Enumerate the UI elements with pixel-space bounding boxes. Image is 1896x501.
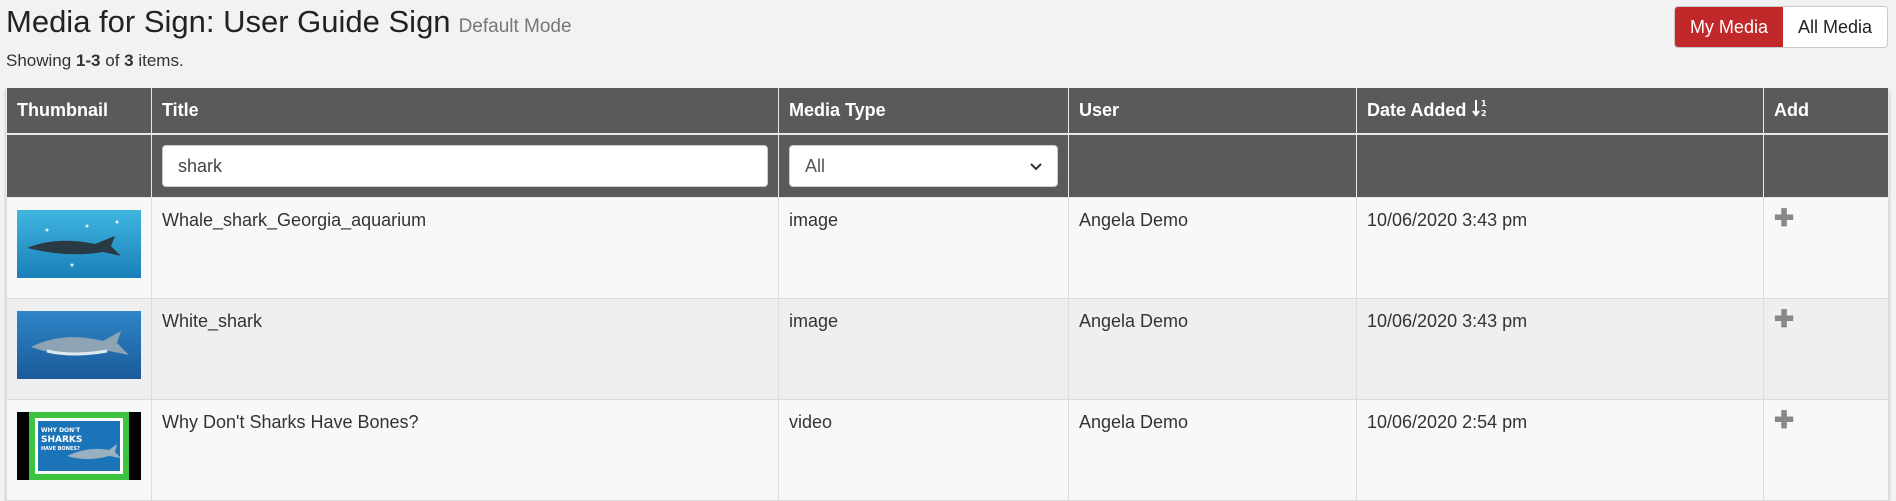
thumbnail-cell: WHY DON'T SHARKS HAVE BONES? [6, 399, 152, 501]
user-cell: Angela Demo [1068, 197, 1357, 299]
title-filter-input[interactable] [162, 145, 768, 187]
summary-range: 1-3 [75, 51, 101, 70]
table-row: WHY DON'T SHARKS HAVE BONES? Why Don't S… [6, 399, 1889, 501]
column-header-add: Add [1763, 88, 1889, 135]
whale-shark-thumbnail[interactable] [17, 210, 141, 278]
plus-icon[interactable]: ✚ [1774, 409, 1794, 433]
thumbnail-text-line: WHY DON'T [41, 427, 81, 434]
chevron-down-icon [1030, 158, 1042, 174]
items-summary: Showing 1-3 of 3 items. [6, 51, 184, 71]
thumbnail-text-line: SHARKS [41, 435, 82, 445]
user-cell: Angela Demo [1068, 298, 1357, 400]
page-title: Media for Sign: User Guide Sign Default M… [6, 4, 572, 40]
date-added-label: Date Added [1367, 100, 1467, 120]
white-shark-thumbnail[interactable] [17, 311, 141, 379]
my-media-button[interactable]: My Media [1674, 7, 1783, 47]
summary-of: of [100, 51, 125, 70]
add-cell: ✚ [1763, 298, 1889, 400]
title-cell: White_shark [151, 298, 779, 400]
page-title-text: Media for Sign: User Guide Sign [6, 4, 451, 39]
media-type-cell: image [778, 197, 1069, 299]
add-cell: ✚ [1763, 399, 1889, 501]
plus-icon[interactable]: ✚ [1774, 308, 1794, 332]
media-type-cell: image [778, 298, 1069, 400]
date-cell: 10/06/2020 3:43 pm [1356, 298, 1764, 400]
video-thumbnail[interactable]: WHY DON'T SHARKS HAVE BONES? [17, 412, 141, 480]
filter-cell-media-type: All [778, 133, 1069, 198]
mode-label: Default Mode [458, 16, 572, 37]
summary-total: 3 [124, 51, 134, 70]
column-header-user[interactable]: User [1068, 88, 1357, 135]
filter-cell-empty [6, 133, 152, 198]
media-type-select[interactable]: All [789, 145, 1058, 187]
svg-text:1: 1 [1481, 99, 1487, 108]
column-header-title[interactable]: Title [151, 88, 779, 135]
svg-text:2: 2 [1481, 109, 1487, 118]
thumbnail-cell [6, 197, 152, 299]
column-header-date-added[interactable]: Date Added 1 2 [1356, 88, 1764, 135]
column-header-thumbnail: Thumbnail [6, 88, 152, 135]
table-row: Whale_shark_Georgia_aquarium image Angel… [6, 197, 1889, 299]
media-type-selected: All [805, 155, 826, 176]
add-cell: ✚ [1763, 197, 1889, 299]
plus-icon[interactable]: ✚ [1774, 207, 1794, 231]
media-table: Thumbnail Title Media Type User Date Add… [6, 88, 1889, 501]
column-header-media-type[interactable]: Media Type [778, 88, 1069, 135]
summary-suffix: items. [133, 51, 184, 70]
all-media-button[interactable]: All Media [1782, 7, 1887, 47]
filter-row: All [6, 133, 1889, 198]
thumbnail-text-line: HAVE BONES? [41, 446, 80, 452]
thumbnail-cell [6, 298, 152, 400]
table-row: White_shark image Angela Demo 10/06/2020… [6, 298, 1889, 400]
sort-descending-icon[interactable]: 12 [1472, 98, 1488, 123]
filter-cell-empty [1356, 133, 1764, 198]
date-cell: 10/06/2020 3:43 pm [1356, 197, 1764, 299]
date-cell: 10/06/2020 2:54 pm [1356, 399, 1764, 501]
title-cell: Why Don't Sharks Have Bones? [151, 399, 779, 501]
media-type-cell: video [778, 399, 1069, 501]
media-scope-toggle: My Media All Media [1673, 6, 1888, 48]
filter-cell-empty [1068, 133, 1357, 198]
user-cell: Angela Demo [1068, 399, 1357, 501]
filter-cell-empty [1763, 133, 1889, 198]
filter-cell-title [151, 133, 779, 198]
summary-prefix: Showing [6, 51, 76, 70]
title-cell: Whale_shark_Georgia_aquarium [151, 197, 779, 299]
